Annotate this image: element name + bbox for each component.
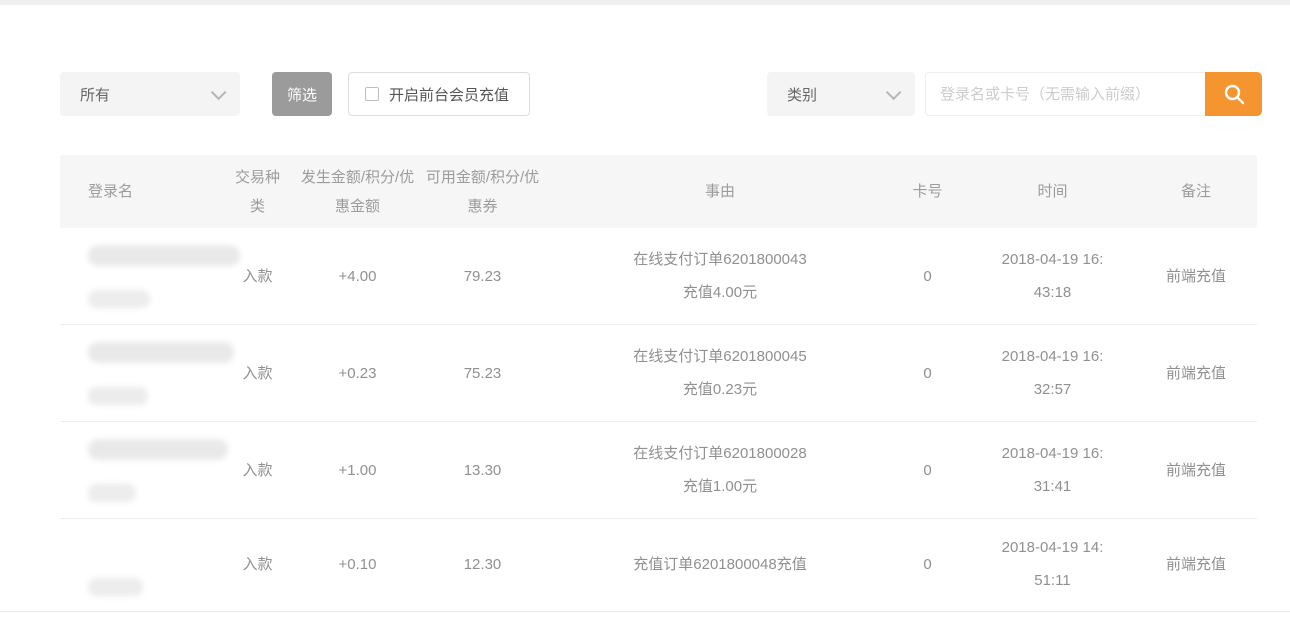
reason-line2: 充值4.00元	[683, 276, 757, 309]
cell-amount: +1.00	[305, 422, 410, 518]
header-cell-type-label: 交易种类	[233, 163, 283, 221]
cell-type: 入款	[210, 422, 305, 518]
reason-line1: 在线支付订单6201800043	[633, 243, 806, 276]
cell-time: 2018-04-19 16: 32:57	[970, 325, 1135, 421]
cell-available: 75.23	[410, 325, 555, 421]
cell-reason: 在线支付订单6201800043 充值4.00元	[555, 228, 885, 324]
table-row: 入款 +0.23 75.23 在线支付订单6201800045 充值0.23元 …	[60, 325, 1257, 422]
cell-note: 前端充值	[1135, 228, 1257, 324]
chevron-down-icon	[211, 84, 227, 100]
time-line1: 2018-04-19 16:	[1002, 437, 1104, 470]
cell-card: 0	[885, 519, 970, 609]
cell-amount: +0.10	[305, 519, 410, 609]
bottom-divider	[0, 611, 1290, 612]
time-line1: 2018-04-19 14:	[1002, 531, 1104, 564]
header-cell-login: 登录名	[60, 155, 210, 228]
table-row: 入款 +0.10 12.30 充值订单6201800048充值 0 2018-0…	[60, 519, 1257, 609]
cell-available: 12.30	[410, 519, 555, 609]
cell-reason: 充值订单6201800048充值	[555, 519, 885, 609]
filter-button[interactable]: 筛选	[272, 72, 332, 116]
time-line2: 43:18	[1034, 276, 1072, 309]
table-row: 入款 +4.00 79.23 在线支付订单6201800043 充值4.00元 …	[60, 228, 1257, 325]
toolbar: 所有 筛选 开启前台会员充值 类别	[60, 72, 1262, 116]
header-cell-type: 交易种类	[210, 155, 305, 228]
reason-line1: 在线支付订单6201800045	[633, 340, 806, 373]
category-select[interactable]: 类别	[767, 72, 915, 116]
table-header-row: 登录名 交易种类 发生金额/积分/优惠金额 可用金额/积分/优惠券 事由 卡号 …	[60, 155, 1257, 228]
redacted-login-blur	[88, 387, 148, 405]
header-cell-time: 时间	[970, 155, 1135, 228]
header-cell-amount: 发生金额/积分/优惠金额	[305, 155, 410, 228]
redacted-login-blur	[88, 484, 136, 502]
cell-type: 入款	[210, 228, 305, 324]
cell-reason: 在线支付订单6201800028 充值1.00元	[555, 422, 885, 518]
redacted-login-blur	[88, 578, 143, 596]
cell-time: 2018-04-19 16: 43:18	[970, 228, 1135, 324]
header-cell-reason: 事由	[555, 155, 885, 228]
transactions-table: 登录名 交易种类 发生金额/积分/优惠金额 可用金额/积分/优惠券 事由 卡号 …	[60, 155, 1257, 609]
redacted-login-blur	[88, 342, 234, 363]
header-cell-card: 卡号	[885, 155, 970, 228]
cell-card: 0	[885, 228, 970, 324]
cell-login-redacted	[60, 422, 210, 518]
header-cell-available-label: 可用金额/积分/优惠券	[422, 163, 544, 221]
redacted-login-blur	[88, 439, 228, 460]
header-cell-amount-label: 发生金额/积分/优惠金额	[297, 163, 419, 221]
category-select-value: 类别	[787, 84, 817, 105]
cell-login-redacted	[60, 519, 210, 609]
cell-reason: 在线支付订单6201800045 充值0.23元	[555, 325, 885, 421]
cell-note: 前端充值	[1135, 422, 1257, 518]
search-icon	[1222, 82, 1246, 106]
chevron-down-icon	[886, 84, 902, 100]
scope-select[interactable]: 所有	[60, 72, 240, 116]
cell-note: 前端充值	[1135, 325, 1257, 421]
cell-card: 0	[885, 325, 970, 421]
search-group	[925, 72, 1262, 116]
time-line2: 51:11	[1034, 564, 1070, 597]
header-cell-available: 可用金额/积分/优惠券	[410, 155, 555, 228]
header-cell-note: 备注	[1135, 155, 1257, 228]
time-line2: 31:41	[1034, 470, 1072, 503]
cell-time: 2018-04-19 16: 31:41	[970, 422, 1135, 518]
scope-select-value: 所有	[80, 84, 110, 105]
cell-note: 前端充值	[1135, 519, 1257, 609]
top-divider-strip	[0, 0, 1290, 5]
cell-available: 13.30	[410, 422, 555, 518]
cell-amount: +4.00	[305, 228, 410, 324]
reason-line2: 充值1.00元	[683, 470, 757, 503]
reason-line1: 充值订单6201800048充值	[633, 548, 806, 581]
redacted-login-blur	[88, 245, 240, 266]
checkbox-icon[interactable]	[365, 87, 379, 101]
cell-available: 79.23	[410, 228, 555, 324]
search-input[interactable]	[925, 72, 1205, 116]
cell-type: 入款	[210, 519, 305, 609]
table-row: 入款 +1.00 13.30 在线支付订单6201800028 充值1.00元 …	[60, 422, 1257, 519]
search-button[interactable]	[1205, 72, 1262, 116]
redacted-login-blur	[88, 290, 150, 308]
reason-line2: 充值0.23元	[683, 373, 757, 406]
time-line2: 32:57	[1034, 373, 1072, 406]
cell-login-redacted	[60, 228, 210, 324]
time-line1: 2018-04-19 16:	[1002, 243, 1104, 276]
cell-type: 入款	[210, 325, 305, 421]
cell-card: 0	[885, 422, 970, 518]
front-recharge-checkbox[interactable]: 开启前台会员充值	[348, 72, 530, 116]
reason-line1: 在线支付订单6201800028	[633, 437, 806, 470]
cell-login-redacted	[60, 325, 210, 421]
cell-amount: +0.23	[305, 325, 410, 421]
checkbox-label: 开启前台会员充值	[389, 84, 509, 105]
cell-time: 2018-04-19 14: 51:11	[970, 519, 1135, 609]
time-line1: 2018-04-19 16:	[1002, 340, 1104, 373]
